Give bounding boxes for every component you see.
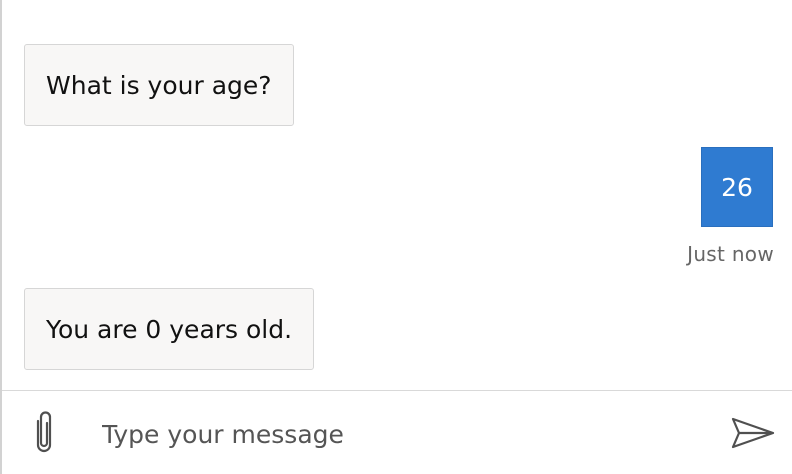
transcript: What is your age? 26 Just now You are 0 … — [2, 0, 792, 390]
attach-button[interactable] — [28, 409, 60, 457]
chat-window: What is your age? 26 Just now You are 0 … — [0, 0, 792, 474]
message-timestamp: Just now — [687, 242, 774, 266]
user-message-text: 26 — [721, 172, 753, 202]
user-message: 26 — [701, 147, 773, 227]
bot-message: What is your age? — [24, 44, 294, 126]
paperclip-icon — [36, 411, 52, 453]
message-input[interactable] — [102, 411, 702, 457]
bot-message: You are 0 years old. — [24, 288, 315, 370]
send-icon — [731, 417, 775, 449]
bot-message-text: You are 0 years old. — [46, 314, 293, 344]
send-button[interactable] — [728, 411, 778, 455]
send-box — [2, 390, 792, 474]
bot-message-text: What is your age? — [46, 70, 272, 100]
